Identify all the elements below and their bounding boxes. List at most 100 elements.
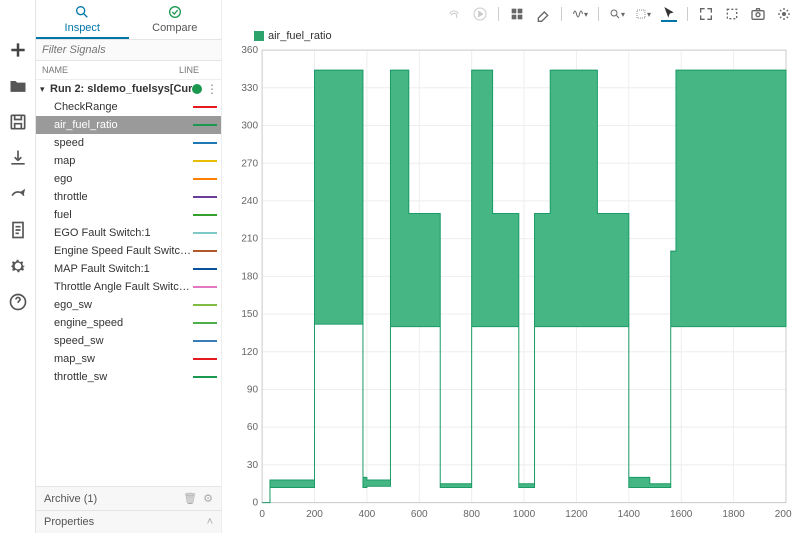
tab-compare[interactable]: Compare [129, 0, 222, 39]
svg-text:800: 800 [463, 509, 480, 520]
signal-color-swatch-icon [193, 322, 217, 324]
signal-color-swatch-icon [193, 286, 217, 288]
signal-row[interactable]: CheckRange [36, 98, 221, 116]
zoom-icon[interactable]: ▾ [609, 6, 625, 22]
expand-triangle-icon[interactable]: ▾ [40, 84, 50, 95]
filter-input[interactable] [36, 40, 221, 60]
zoom-region-icon[interactable]: ▾ [635, 6, 651, 22]
save-icon[interactable] [8, 112, 28, 132]
signal-name: EGO Fault Switch:1 [54, 227, 193, 239]
svg-text:210: 210 [241, 234, 258, 245]
report-icon[interactable] [8, 220, 28, 240]
signal-color-swatch-icon [193, 160, 217, 162]
signal-color-swatch-icon [193, 196, 217, 198]
signal-color-swatch-icon [193, 142, 217, 144]
signal-row[interactable]: ego [36, 170, 221, 188]
svg-text:0: 0 [259, 509, 265, 520]
folder-icon[interactable] [8, 76, 28, 96]
svg-text:150: 150 [241, 309, 258, 320]
signal-color-swatch-icon [193, 178, 217, 180]
signal-name: air_fuel_ratio [54, 119, 193, 131]
run-row[interactable]: ▾ Run 2: sldemo_fuelsys[Current] ⋮ [36, 80, 221, 98]
signal-color-swatch-icon [193, 232, 217, 234]
chart-area[interactable]: 0306090120150180210240270300330360020040… [222, 46, 800, 533]
svg-text:2000: 2000 [775, 509, 792, 520]
cursor-icon[interactable] [661, 6, 677, 22]
tab-inspect-label: Inspect [65, 22, 100, 34]
signal-row[interactable]: fuel [36, 206, 221, 224]
tab-inspect[interactable]: Inspect [36, 0, 129, 39]
svg-text:1400: 1400 [618, 509, 641, 520]
svg-text:300: 300 [241, 120, 258, 131]
archive-strip[interactable]: Archive (1) 🗑 ⚙ [36, 486, 221, 510]
svg-text:240: 240 [241, 196, 258, 207]
fingerprint-icon [446, 6, 462, 22]
archive-label: Archive (1) [44, 493, 97, 505]
signal-row[interactable]: Engine Speed Fault Switch:1 [36, 242, 221, 260]
signal-row[interactable]: throttle [36, 188, 221, 206]
signal-color-swatch-icon [193, 358, 217, 360]
signal-row[interactable]: map_sw [36, 350, 221, 368]
svg-text:600: 600 [411, 509, 428, 520]
signal-row[interactable]: air_fuel_ratio [36, 116, 221, 134]
chart-svg: 0306090120150180210240270300330360020040… [230, 46, 792, 525]
grid-layout-icon[interactable] [509, 6, 525, 22]
panel-tabs: Inspect Compare [36, 0, 221, 40]
run-menu-icon[interactable]: ⋮ [206, 84, 217, 94]
signal-name: map [54, 155, 193, 167]
chart-legend: air_fuel_ratio [222, 28, 800, 46]
erase-icon[interactable] [535, 6, 551, 22]
signal-name: Engine Speed Fault Switch:1 [54, 245, 193, 257]
svg-text:1800: 1800 [722, 509, 745, 520]
svg-text:1000: 1000 [513, 509, 536, 520]
signal-name: speed [54, 137, 193, 149]
signal-panel: Inspect Compare NAME LINE ▾ Run 2: sldem… [36, 0, 222, 533]
help-icon[interactable] [8, 292, 28, 312]
signal-row[interactable]: map [36, 152, 221, 170]
legend-label: air_fuel_ratio [268, 30, 332, 42]
signal-color-swatch-icon [193, 376, 217, 378]
header-line: LINE [179, 65, 215, 75]
signal-row[interactable]: EGO Fault Switch:1 [36, 224, 221, 242]
signal-name: MAP Fault Switch:1 [54, 263, 193, 275]
signal-row[interactable]: speed [36, 134, 221, 152]
chart-settings-icon[interactable] [776, 6, 792, 22]
signal-name: fuel [54, 209, 193, 221]
signal-wave-icon[interactable]: ▾ [572, 6, 588, 22]
run-status-dot-icon [192, 84, 202, 94]
signal-color-swatch-icon [193, 106, 217, 108]
settings-icon[interactable] [8, 256, 28, 276]
svg-text:270: 270 [241, 158, 258, 169]
archive-gear-icon[interactable]: ⚙ [203, 492, 213, 505]
signal-list: CheckRange air_fuel_ratiospeed map ego throt… [36, 98, 221, 486]
svg-text:30: 30 [247, 460, 259, 471]
expand-icon[interactable] [698, 6, 714, 22]
properties-label: Properties [44, 516, 94, 528]
svg-text:120: 120 [241, 347, 258, 358]
export-icon[interactable] [8, 184, 28, 204]
snapshot-icon[interactable] [750, 6, 766, 22]
import-icon[interactable] [8, 148, 28, 168]
fit-icon[interactable] [724, 6, 740, 22]
signal-row[interactable]: speed_sw [36, 332, 221, 350]
svg-text:60: 60 [247, 422, 259, 433]
signal-row[interactable]: ego_sw [36, 296, 221, 314]
add-icon[interactable] [8, 40, 28, 60]
signal-color-swatch-icon [193, 124, 217, 126]
signal-row[interactable]: Throttle Angle Fault Switch:1 [36, 278, 221, 296]
chart-toolbar: ▾ ▾ ▾ [222, 0, 800, 28]
svg-text:330: 330 [241, 83, 258, 94]
signal-name: throttle_sw [54, 371, 193, 383]
signal-name: throttle [54, 191, 193, 203]
signal-row[interactable]: engine_speed [36, 314, 221, 332]
signal-row[interactable]: MAP Fault Switch:1 [36, 260, 221, 278]
signal-row[interactable]: throttle_sw [36, 368, 221, 386]
signal-name: engine_speed [54, 317, 193, 329]
archive-trash-icon[interactable]: 🗑 [183, 492, 197, 505]
signal-name: ego [54, 173, 193, 185]
properties-chevron-icon: ˄ [207, 516, 213, 528]
signal-color-swatch-icon [193, 340, 217, 342]
properties-strip[interactable]: Properties ˄ [36, 510, 221, 533]
signal-name: ego_sw [54, 299, 193, 311]
signal-name: Throttle Angle Fault Switch:1 [54, 281, 193, 293]
